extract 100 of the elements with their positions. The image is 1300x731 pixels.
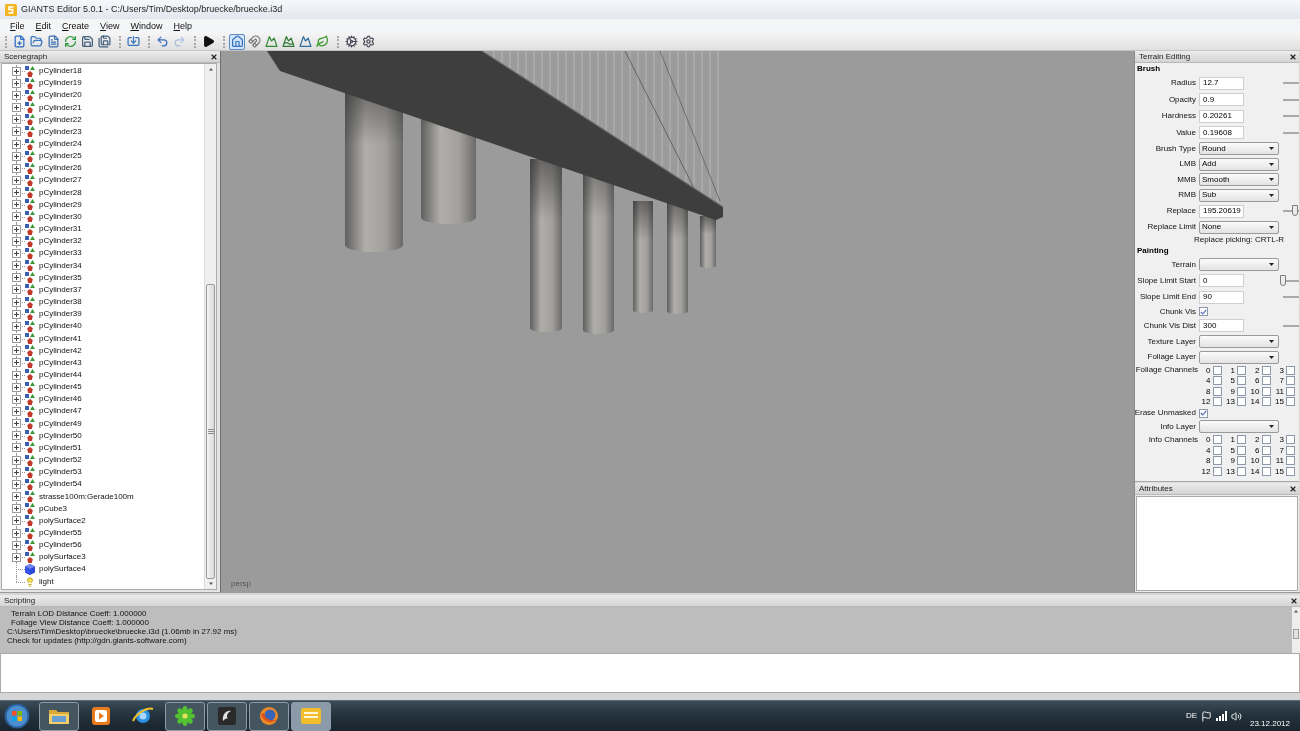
tree-item[interactable]: pCylinder56 (38, 540, 83, 551)
tree-item[interactable]: pCylinder20 (38, 90, 83, 101)
expand-button[interactable] (12, 455, 21, 465)
close-button[interactable] (1288, 52, 1297, 61)
expand-button[interactable] (12, 66, 21, 76)
checkbox[interactable] (1237, 456, 1246, 466)
tree-item[interactable]: pCylinder55 (38, 528, 83, 538)
checkbox[interactable] (1212, 376, 1222, 386)
checkbox[interactable] (1199, 408, 1208, 418)
expand-button[interactable] (12, 236, 21, 246)
checkbox[interactable] (1212, 365, 1222, 375)
expand-button[interactable] (12, 188, 21, 198)
toolbar-button[interactable] (343, 33, 359, 50)
dropdown[interactable] (1199, 420, 1279, 434)
close-button[interactable] (209, 52, 218, 61)
tree-item[interactable]: pCylinder38 (38, 297, 83, 308)
expand-button[interactable] (12, 346, 21, 356)
expand-button[interactable] (12, 163, 21, 173)
expand-button[interactable] (12, 285, 21, 295)
checkbox[interactable] (1199, 307, 1208, 316)
scrollbar-thumb[interactable] (1293, 629, 1299, 639)
expand-button[interactable] (12, 406, 21, 416)
expand-button[interactable] (12, 78, 21, 88)
checkbox[interactable] (1261, 376, 1271, 386)
signal-icon[interactable] (1216, 711, 1227, 721)
menu-item[interactable]: View (96, 20, 124, 32)
dropdown[interactable]: Sub (1199, 188, 1279, 202)
tree-item[interactable]: pCylinder23 (38, 126, 83, 137)
checkbox[interactable] (1212, 386, 1222, 396)
text-field[interactable]: 195.20619 (1199, 204, 1244, 218)
expand-button[interactable] (12, 431, 21, 441)
script-input[interactable] (0, 653, 1300, 693)
tree-item[interactable]: pCylinder53 (38, 467, 83, 478)
checkbox[interactable] (1286, 445, 1295, 455)
expand-button[interactable] (12, 528, 21, 538)
text-field[interactable]: 300 (1199, 319, 1244, 333)
tree-item[interactable]: pCylinder22 (38, 114, 83, 125)
menu-item[interactable]: File (6, 20, 29, 32)
tree-item[interactable]: pCylinder51 (38, 442, 83, 453)
checkbox[interactable] (1286, 376, 1295, 386)
tree-item[interactable]: pCylinder42 (38, 345, 83, 356)
tree-item[interactable]: polySurface4 (38, 564, 87, 575)
expand-button[interactable] (12, 127, 21, 137)
checkbox[interactable] (1212, 397, 1222, 407)
slider-track[interactable] (1283, 324, 1299, 327)
tree-item[interactable]: pCylinder50 (38, 430, 83, 441)
expand-button[interactable] (12, 309, 21, 319)
text-field[interactable]: 12.7 (1199, 76, 1244, 90)
tree-item[interactable]: pCylinder32 (38, 236, 83, 247)
toolbar-button[interactable] (360, 33, 376, 50)
volume-icon[interactable] (1231, 710, 1242, 722)
checkbox[interactable] (1261, 435, 1271, 445)
slider-thumb[interactable] (1292, 205, 1298, 217)
tree-item[interactable]: pCylinder19 (38, 78, 83, 89)
checkbox[interactable] (1261, 365, 1271, 375)
menu-item[interactable]: Create (58, 20, 94, 32)
tree-item[interactable]: pCylinder27 (38, 175, 83, 186)
slider-track[interactable] (1283, 98, 1299, 101)
expand-button[interactable] (12, 552, 21, 562)
tree-item[interactable]: pCylinder28 (38, 187, 83, 198)
text-field[interactable]: 0.20261 (1199, 109, 1244, 123)
tree-item[interactable]: pCylinder31 (38, 224, 83, 235)
dropdown[interactable] (1199, 350, 1279, 364)
text-field[interactable]: 0.19608 (1199, 126, 1244, 140)
tree-item[interactable]: pCylinder30 (38, 211, 83, 222)
expand-button[interactable] (12, 492, 21, 502)
expand-button[interactable] (12, 382, 21, 392)
checkbox[interactable] (1261, 397, 1271, 407)
expand-button[interactable] (12, 419, 21, 429)
tree-item[interactable]: strasse100m:Gerade100m (38, 491, 135, 502)
taskbar-button[interactable] (39, 701, 79, 731)
tree-item[interactable]: pCylinder35 (38, 272, 83, 283)
tree-item[interactable]: pCylinder34 (38, 260, 83, 271)
checkbox[interactable] (1286, 397, 1295, 407)
expand-button[interactable] (12, 321, 21, 331)
flag-icon[interactable] (1201, 710, 1212, 722)
text-field[interactable]: 90 (1199, 290, 1244, 304)
tree-item[interactable]: pCylinder43 (38, 357, 83, 368)
taskbar-button[interactable] (207, 701, 247, 731)
tree-item[interactable]: pCylinder39 (38, 309, 83, 320)
expand-button[interactable] (12, 358, 21, 368)
expand-button[interactable] (12, 273, 21, 283)
text-field[interactable]: 0 (1199, 274, 1244, 288)
expand-button[interactable] (12, 176, 21, 185)
close-button[interactable] (1289, 596, 1298, 605)
checkbox[interactable] (1237, 376, 1246, 386)
tree-item[interactable]: pCylinder52 (38, 455, 83, 466)
checkbox[interactable] (1212, 435, 1222, 445)
checkbox[interactable] (1237, 445, 1246, 455)
checkbox[interactable] (1261, 386, 1271, 396)
tree-item[interactable]: pCylinder40 (38, 321, 83, 332)
expand-button[interactable] (12, 212, 21, 222)
expand-button[interactable] (12, 151, 21, 161)
expand-button[interactable] (12, 297, 21, 307)
dropdown[interactable] (1199, 258, 1279, 272)
expand-button[interactable] (12, 248, 21, 258)
tree-item[interactable]: pCylinder21 (38, 102, 83, 113)
slider-track[interactable] (1283, 82, 1299, 85)
tree-item[interactable]: pCylinder37 (38, 284, 83, 295)
dropdown[interactable] (1199, 335, 1279, 349)
